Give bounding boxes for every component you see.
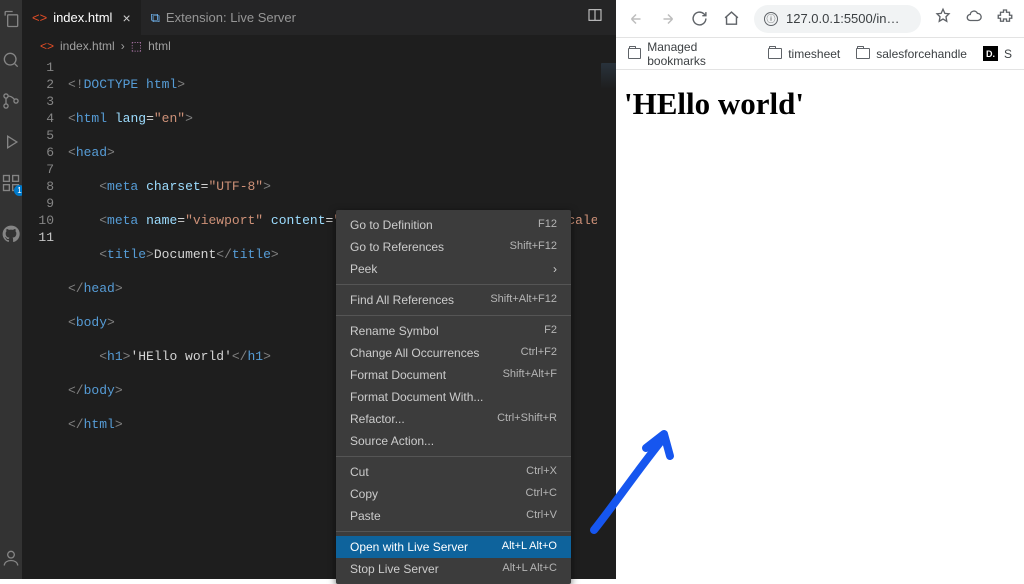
dev-icon: D. [983,46,998,61]
ctx-item[interactable]: Format DocumentShift+Alt+F [336,364,571,386]
explorer-icon[interactable] [0,8,22,30]
breadcrumb-symbol: html [148,39,171,53]
home-button[interactable] [722,9,741,28]
bookmark-star-icon[interactable] [934,7,952,30]
reload-button[interactable] [690,9,709,28]
run-debug-icon[interactable] [0,131,22,153]
ctx-item[interactable]: Rename SymbolF2 [336,320,571,342]
bookmark-timesheet[interactable]: timesheet [768,47,840,61]
ctx-item[interactable]: Source Action... [336,430,571,452]
ctx-item[interactable]: Peek› [336,258,571,280]
symbol-icon: ⬚ [131,39,142,53]
line-gutter: 1234567891011 [22,57,68,579]
ctx-item[interactable]: PasteCtrl+V [336,505,571,527]
folder-icon [628,48,641,59]
cloud-icon[interactable] [965,7,983,30]
tab-label: Extension: Live Server [166,10,296,25]
activity-bar [0,0,22,579]
site-info-icon[interactable]: ⓘ [764,12,778,26]
url-text: 127.0.0.1:5500/in… [786,11,899,26]
extension-icon: ⧉ [151,10,160,26]
address-bar[interactable]: ⓘ 127.0.0.1:5500/in… [754,5,921,33]
tab-row: <> index.html × ⧉ Extension: Live Server… [22,0,645,35]
search-icon[interactable] [0,49,22,71]
browser-toolbar: ⓘ 127.0.0.1:5500/in… [616,0,1024,38]
tab-index-html[interactable]: <> index.html × [22,0,141,35]
forward-button[interactable] [658,9,677,28]
accounts-icon[interactable] [0,547,22,569]
bookmark-dev[interactable]: D. S [983,46,1012,61]
ctx-item[interactable]: Change All OccurrencesCtrl+F2 [336,342,571,364]
bookmarks-bar: Managed bookmarks timesheet salesforceha… [616,38,1024,70]
ctx-item[interactable]: Find All ReferencesShift+Alt+F12 [336,289,571,311]
folder-icon [768,48,782,59]
breadcrumb-file: index.html [60,39,115,53]
back-button[interactable] [626,9,645,28]
bookmark-managed[interactable]: Managed bookmarks [628,40,752,68]
breadcrumb[interactable]: <> index.html › ⬚ html [22,35,645,57]
ctx-item[interactable]: Go to DefinitionF12 [336,214,571,236]
ctx-item[interactable]: Refactor...Ctrl+Shift+R [336,408,571,430]
html-file-icon: <> [40,39,54,53]
github-icon[interactable] [0,223,22,245]
source-control-icon[interactable] [0,90,22,112]
ctx-item[interactable]: Go to ReferencesShift+F12 [336,236,571,258]
close-icon[interactable]: × [122,10,130,26]
ctx-item[interactable]: Open with Live ServerAlt+L Alt+O [336,536,571,558]
split-editor-icon[interactable] [587,7,603,28]
html-file-icon: <> [32,10,47,25]
browser-window: ⓘ 127.0.0.1:5500/in… Managed bookmarks t… [616,0,1024,579]
extensions-puzzle-icon[interactable] [996,7,1014,30]
browser-viewport: 'HEllo world' [616,70,1024,579]
tab-label: index.html [53,10,112,25]
bookmark-salesforcehandle[interactable]: salesforcehandle [856,47,967,61]
editor-context-menu: Go to DefinitionF12Go to ReferencesShift… [336,210,571,584]
ctx-item[interactable]: CopyCtrl+C [336,483,571,505]
page-heading: 'HEllo world' [624,86,1016,122]
chevron-right-icon: › [121,39,125,53]
tab-ext-liveserver[interactable]: ⧉ Extension: Live Server [141,0,306,35]
extensions-icon[interactable] [0,172,22,194]
ctx-item[interactable]: Stop Live ServerAlt+L Alt+C [336,558,571,580]
folder-icon [856,48,870,59]
ctx-item[interactable]: CutCtrl+X [336,461,571,483]
ctx-item[interactable]: Format Document With... [336,386,571,408]
